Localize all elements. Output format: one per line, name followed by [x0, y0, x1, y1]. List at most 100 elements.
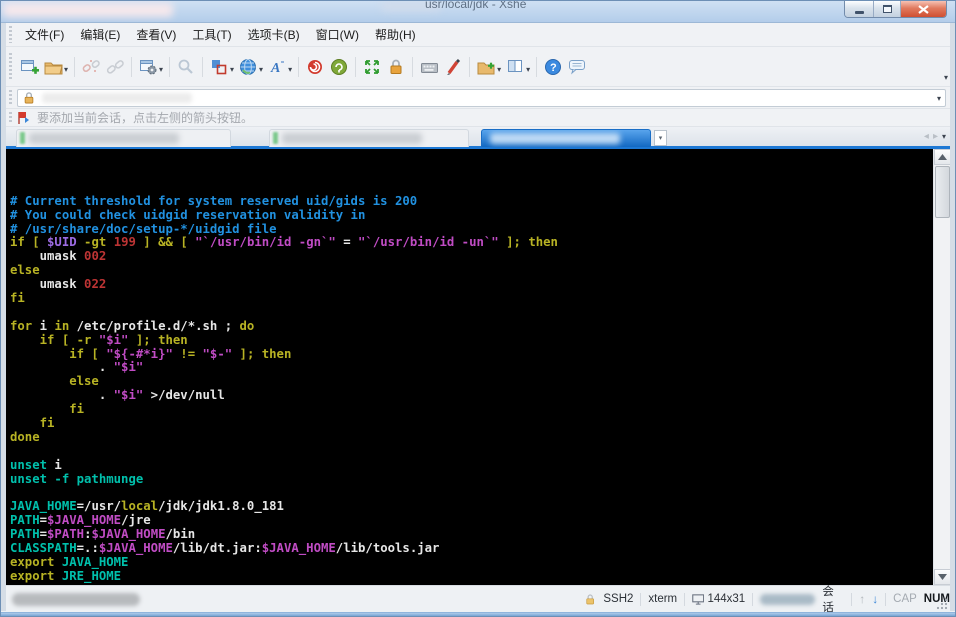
- address-bar: ▾: [6, 87, 950, 109]
- status-bar: SSH2 xterm 144x31 会话 ↑ ↓ CAP NUM: [6, 585, 950, 612]
- message-bubble-icon: [568, 58, 587, 75]
- chevron-down-icon[interactable]: ▾: [497, 65, 501, 74]
- tab-list-button[interactable]: ▾: [654, 130, 667, 146]
- scroll-up-icon[interactable]: [934, 149, 951, 165]
- window-title: usr/local/jdk - Xshe: [425, 1, 526, 11]
- terminal-line: PATH=$JAVA_HOME/jre: [10, 514, 933, 528]
- new-session-button[interactable]: [17, 55, 41, 79]
- menu-item-4[interactable]: 选项卡(B): [240, 23, 308, 46]
- compose-button[interactable]: [303, 55, 327, 79]
- menu-item-0[interactable]: 文件(F): [17, 23, 72, 46]
- lock-screen-button[interactable]: [384, 55, 408, 79]
- color-scheme-button[interactable]: [207, 55, 231, 79]
- file-transfer-button[interactable]: [474, 55, 498, 79]
- status-separator: [885, 593, 886, 606]
- refresh-button[interactable]: [327, 55, 351, 79]
- redacted-tab-label: [282, 133, 422, 144]
- fullscreen-button[interactable]: [360, 55, 384, 79]
- font-button[interactable]: A: [265, 55, 289, 79]
- maximize-button[interactable]: [874, 1, 901, 17]
- terminal-size-label[interactable]: 144x31: [707, 593, 745, 605]
- chevron-down-icon[interactable]: ▾: [288, 65, 292, 74]
- chevron-down-icon[interactable]: ▾: [937, 94, 941, 103]
- menu-item-6[interactable]: 帮助(H): [367, 23, 424, 46]
- chevron-down-icon[interactable]: ▾: [230, 65, 234, 74]
- scrollbar-thumb[interactable]: [935, 166, 950, 218]
- terminal-line: . "$i": [10, 361, 933, 375]
- message-board-button[interactable]: [565, 55, 589, 79]
- toolbar-overflow-icon[interactable]: ▾: [944, 73, 948, 82]
- redacted-tab-label: [490, 133, 620, 144]
- toolbar-grip[interactable]: [9, 26, 12, 42]
- session-tab-active[interactable]: [481, 129, 651, 147]
- protocol-label[interactable]: SSH2: [603, 593, 633, 605]
- address-input[interactable]: ▾: [17, 89, 946, 107]
- terminal-type-label[interactable]: xterm: [648, 593, 677, 605]
- session-properties-button[interactable]: [136, 55, 160, 79]
- xshell-window: usr/local/jdk - Xshe 文件(F)编辑(E)查看(V)工具(T…: [0, 0, 956, 617]
- menu-item-1[interactable]: 编辑(E): [72, 23, 128, 46]
- disconnect-button[interactable]: [103, 55, 127, 79]
- status-separator: [640, 593, 641, 606]
- connected-indicator-icon: [273, 132, 278, 144]
- terminal-scrollbar[interactable]: [933, 149, 950, 585]
- lock-icon: [22, 91, 36, 105]
- chevron-down-icon[interactable]: ▾: [64, 65, 68, 74]
- terminal-line: if [ $UID -gt 199 ] && [ "`/usr/bin/id -…: [10, 236, 933, 250]
- session-tab[interactable]: [269, 129, 469, 147]
- terminal-line: CLASSPATH=.:$JAVA_HOME/lib/dt.jar:$JAVA_…: [10, 542, 933, 556]
- tile-windows-button[interactable]: [503, 55, 527, 79]
- virtual-keyboard-button[interactable]: [417, 55, 441, 79]
- terminal-line: unset -f pathmunge: [10, 473, 933, 487]
- window-border-right: [950, 23, 955, 611]
- close-icon: [918, 5, 929, 14]
- tab-scroll-left-icon[interactable]: ◂: [924, 131, 929, 142]
- close-button[interactable]: [901, 1, 946, 17]
- terminal[interactable]: # Current threshold for system reserved …: [6, 149, 950, 585]
- session-count-label[interactable]: 会话: [822, 583, 844, 615]
- chevron-down-icon[interactable]: ▾: [942, 132, 946, 141]
- tab-scroll-right-icon[interactable]: ▸: [933, 131, 938, 142]
- find-button[interactable]: [174, 55, 198, 79]
- status-separator: [752, 593, 753, 606]
- terminal-line: fi: [10, 292, 933, 306]
- redacted-address-blob: [42, 93, 192, 103]
- minimize-button[interactable]: [845, 1, 874, 17]
- open-folder-icon: [44, 59, 63, 75]
- resize-grip-icon[interactable]: [936, 598, 948, 610]
- highlight-pen-button[interactable]: [441, 55, 465, 79]
- help-button[interactable]: ?: [541, 55, 565, 79]
- terminal-line: [10, 486, 933, 500]
- svg-text:?: ?: [550, 62, 557, 74]
- terminal-line: fi: [10, 403, 933, 417]
- quick-command-bar: 要添加当前会话，点击左侧的箭头按钮。: [6, 109, 950, 127]
- open-web-button[interactable]: [236, 55, 260, 79]
- menu-item-5[interactable]: 窗口(W): [308, 23, 367, 46]
- pen-icon: [444, 58, 462, 76]
- toolbar-grip[interactable]: [9, 112, 12, 124]
- chevron-down-icon[interactable]: ▾: [159, 65, 163, 74]
- window-controls: [844, 1, 947, 18]
- redacted-tab-label: [29, 133, 179, 144]
- terminal-output[interactable]: # Current threshold for system reserved …: [6, 149, 933, 585]
- toolbar-grip[interactable]: [9, 90, 12, 105]
- terminal-line: done: [10, 431, 933, 445]
- font-icon: A: [268, 58, 286, 76]
- terminal-line: . "$i" >/dev/null: [10, 389, 933, 403]
- menu-bar: 文件(F)编辑(E)查看(V)工具(T)选项卡(B)窗口(W)帮助(H): [6, 23, 950, 47]
- toolbar: ▾ ▾: [6, 47, 950, 87]
- toolbar-separator: [74, 57, 75, 77]
- help-icon: ?: [544, 58, 562, 76]
- terminal-line: if [ -r "$i" ]; then: [10, 334, 933, 348]
- reconnect-button[interactable]: [79, 55, 103, 79]
- session-tab[interactable]: [16, 129, 231, 147]
- menu-item-2[interactable]: 查看(V): [128, 23, 184, 46]
- chevron-down-icon[interactable]: ▾: [526, 65, 530, 74]
- open-session-button[interactable]: [41, 55, 65, 79]
- status-separator: [851, 593, 852, 606]
- upload-arrow-icon: ↑: [859, 592, 865, 606]
- menu-item-3[interactable]: 工具(T): [184, 23, 239, 46]
- chevron-down-icon[interactable]: ▾: [259, 65, 263, 74]
- toolbar-grip[interactable]: [9, 53, 12, 80]
- redacted-status-blob: [760, 594, 815, 605]
